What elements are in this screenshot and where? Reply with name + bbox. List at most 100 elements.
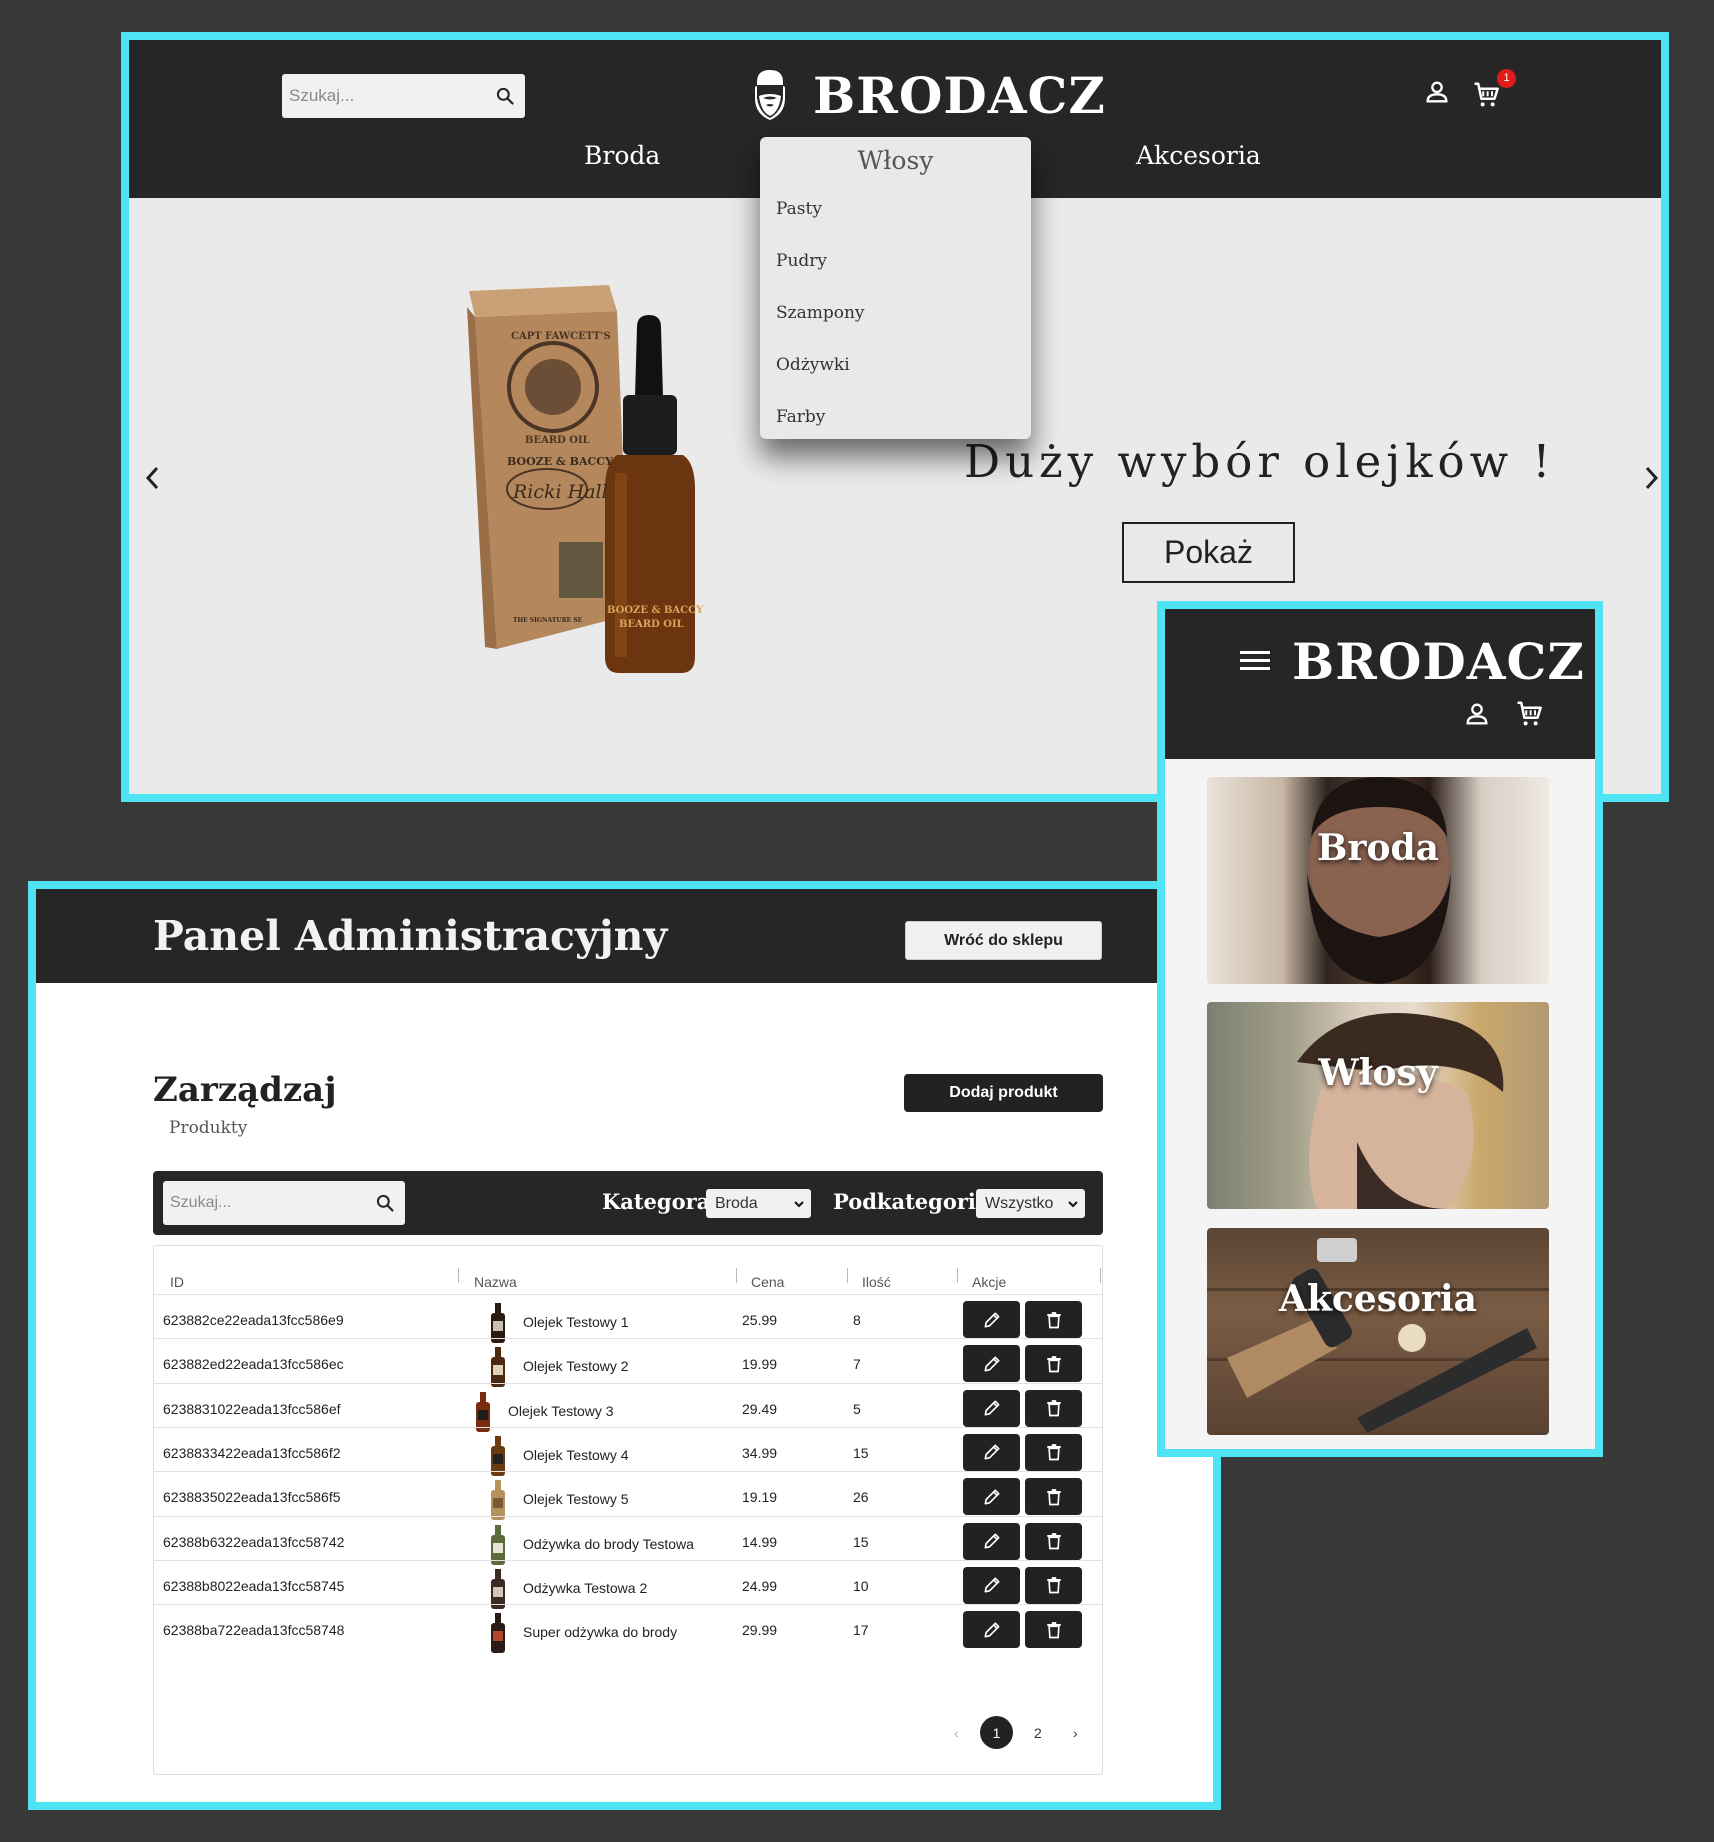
category-card-wlosy[interactable]: Włosy xyxy=(1207,1002,1549,1209)
category-select[interactable]: Broda xyxy=(706,1189,811,1218)
pencil-icon xyxy=(984,1444,999,1460)
hamburger-menu-icon[interactable] xyxy=(1240,649,1270,676)
user-icon[interactable] xyxy=(1423,78,1451,111)
edit-button[interactable] xyxy=(963,1522,1020,1560)
cell-id: 62388b6322eada13fcc58742 xyxy=(163,1533,345,1550)
show-button[interactable]: Pokaż xyxy=(1122,522,1295,583)
chevron-down-icon xyxy=(1067,1199,1079,1209)
pencil-icon xyxy=(984,1533,999,1549)
trash-icon xyxy=(1046,1311,1061,1328)
user-icon[interactable] xyxy=(1463,700,1491,733)
column-header-id[interactable]: ID xyxy=(170,1274,184,1290)
cart-icon[interactable] xyxy=(1515,699,1545,734)
delete-button[interactable] xyxy=(1025,1478,1082,1516)
mobile-header-icons xyxy=(1463,699,1545,734)
card-label-wlosy: Włosy xyxy=(1318,1052,1438,1094)
edit-button[interactable] xyxy=(963,1345,1020,1383)
add-product-button[interactable]: Dodaj produkt xyxy=(904,1074,1103,1112)
cell-id: 6238833422eada13fcc586f2 xyxy=(163,1444,341,1461)
cell-qty: 15 xyxy=(853,1444,869,1461)
back-to-shop-button[interactable]: Wróć do sklepu xyxy=(905,921,1102,960)
box-bottom-text: THE SIGNATURE SE xyxy=(513,617,583,624)
menu-item-szampony[interactable]: Szampony xyxy=(776,303,865,323)
chevron-down-icon xyxy=(793,1199,805,1209)
cell-id: 623882ed22eada13fcc586ec xyxy=(163,1356,344,1373)
header-icons: 1 xyxy=(1423,68,1516,111)
edit-button[interactable] xyxy=(963,1301,1020,1338)
menu-item-pasty[interactable]: Pasty xyxy=(776,199,822,219)
trash-icon xyxy=(1046,1577,1061,1594)
search-input[interactable] xyxy=(282,74,525,118)
cell-qty: 10 xyxy=(853,1577,869,1594)
cell-name: Olejek Testowy 2 xyxy=(523,1358,629,1375)
cell-qty: 17 xyxy=(853,1622,869,1639)
delete-button[interactable] xyxy=(1025,1566,1082,1604)
pagination-current-page[interactable]: 1 xyxy=(980,1716,1013,1749)
delete-button[interactable] xyxy=(1025,1433,1082,1471)
cell-id: 623882ce22eada13fcc586e9 xyxy=(163,1312,344,1328)
delete-button[interactable] xyxy=(1025,1301,1082,1338)
edit-button[interactable] xyxy=(963,1478,1020,1516)
nav-wlosy[interactable]: Włosy xyxy=(760,146,1031,175)
wlosy-dropdown-menu: Włosy Pasty Pudry Szampony Odżywki Farby xyxy=(760,137,1031,439)
cell-qty: 15 xyxy=(853,1533,869,1550)
category-card-broda[interactable]: Broda xyxy=(1207,777,1549,984)
bottle-label-product: BEARD OIL xyxy=(619,619,684,630)
column-header-name[interactable]: Nazwa xyxy=(474,1274,517,1290)
cart-button[interactable]: 1 xyxy=(1472,68,1516,110)
pencil-icon xyxy=(984,1312,999,1327)
box-label-mid: BEARD OIL xyxy=(525,435,590,446)
menu-item-odzywki[interactable]: Odżywki xyxy=(776,355,850,375)
bearded-face-icon xyxy=(749,68,791,124)
cell-price: 29.49 xyxy=(742,1400,778,1417)
carousel-next-arrow[interactable] xyxy=(1641,464,1661,498)
cell-qty: 26 xyxy=(853,1489,869,1506)
column-header-price[interactable]: Cena xyxy=(751,1274,784,1290)
product-search-box[interactable] xyxy=(163,1181,405,1225)
edit-button[interactable] xyxy=(963,1433,1020,1471)
cell-id: 62388ba722eada13fcc58748 xyxy=(163,1622,345,1639)
search-icon[interactable] xyxy=(375,1193,395,1213)
category-card-akcesoria[interactable]: Akcesoria xyxy=(1207,1228,1549,1435)
cell-name: Odżywka do brody Testowa xyxy=(523,1535,694,1552)
delete-button[interactable] xyxy=(1025,1611,1082,1649)
cell-name: Olejek Testowy 5 xyxy=(523,1491,629,1508)
menu-item-farby[interactable]: Farby xyxy=(776,407,825,427)
pencil-icon xyxy=(984,1622,999,1638)
mobile-logo[interactable]: BRODACZ xyxy=(1292,632,1585,691)
pagination-page-2[interactable]: 2 xyxy=(1034,1725,1042,1741)
barber-tools-photo xyxy=(1207,1238,1549,1433)
nav-broda[interactable]: Broda xyxy=(584,141,660,170)
menu-item-pudry[interactable]: Pudry xyxy=(776,251,827,271)
cell-id: 6238835022eada13fcc586f5 xyxy=(163,1489,341,1506)
column-separator xyxy=(736,1268,737,1283)
search-box[interactable] xyxy=(282,74,525,118)
logo[interactable]: BRODACZ xyxy=(749,66,1106,125)
delete-button[interactable] xyxy=(1025,1345,1082,1383)
product-search-input[interactable] xyxy=(163,1181,405,1225)
subcategory-value: Wszystko xyxy=(985,1194,1054,1212)
delete-button[interactable] xyxy=(1025,1522,1082,1560)
section-subtitle: Produkty xyxy=(169,1118,248,1138)
edit-button[interactable] xyxy=(963,1566,1020,1604)
slide-headline: Duży wybór olejków ! xyxy=(964,435,1556,488)
search-icon[interactable] xyxy=(495,86,515,106)
edit-button[interactable] xyxy=(963,1389,1020,1427)
pencil-icon xyxy=(984,1356,999,1372)
cell-name: Odżywka Testowa 2 xyxy=(523,1579,648,1596)
product-thumbnail xyxy=(487,1611,509,1655)
pagination-prev[interactable]: ‹ xyxy=(954,1725,959,1741)
pagination-next[interactable]: › xyxy=(1073,1725,1078,1741)
edit-button[interactable] xyxy=(963,1611,1020,1649)
admin-panel-screenshot: Panel Administracyjny Wróć do sklepu Zar… xyxy=(28,881,1221,1810)
card-label-akcesoria: Akcesoria xyxy=(1279,1278,1477,1320)
subcategory-select[interactable]: Wszystko xyxy=(976,1189,1085,1218)
carousel-prev-arrow[interactable] xyxy=(143,464,163,498)
mobile-logo-text: BRODACZ xyxy=(1292,632,1585,691)
nav-akcesoria[interactable]: Akcesoria xyxy=(1136,141,1261,170)
section-title: Zarządzaj xyxy=(153,1070,337,1110)
pencil-icon xyxy=(984,1489,999,1505)
column-header-qty[interactable]: Ilość xyxy=(862,1274,891,1290)
delete-button[interactable] xyxy=(1025,1389,1082,1427)
cell-name: Olejek Testowy 4 xyxy=(523,1446,629,1463)
